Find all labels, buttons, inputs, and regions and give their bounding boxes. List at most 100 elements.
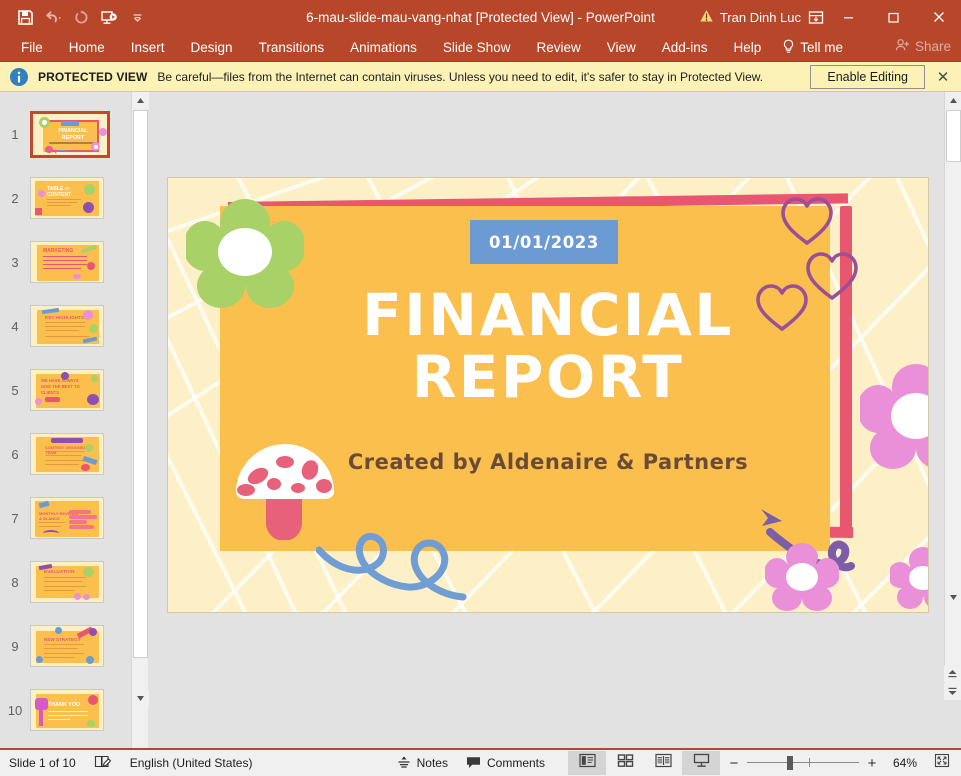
tab-animations[interactable]: Animations [337, 35, 430, 61]
thumbnail-image[interactable]: EVALUATION [30, 561, 104, 603]
thumbnail-slide-7[interactable]: 7 MONTHLY REVENUE A GLANCE [0, 486, 131, 550]
comments-label: Comments [487, 756, 545, 770]
tell-me-search[interactable]: Tell me [774, 36, 853, 60]
slide-title-line1: FINANCIAL [168, 284, 928, 346]
thumbnail-image[interactable]: KEY HIGHLIGHTS [30, 305, 104, 347]
maximize-button[interactable] [871, 0, 916, 34]
zoom-slider-knob[interactable] [787, 756, 793, 770]
tab-file[interactable]: File [8, 35, 56, 61]
thumbnail-image[interactable]: THANK YOU [30, 689, 104, 731]
date-badge[interactable]: 01/01/2023 [470, 220, 618, 264]
info-icon [8, 66, 30, 88]
spell-check-button[interactable] [85, 749, 121, 776]
start-presentation-icon[interactable] [96, 4, 122, 30]
thumbnail-scroll-up-icon[interactable] [132, 92, 149, 109]
thumbnail-slide-4[interactable]: 4 KEY HIGHLIGHTS [0, 294, 131, 358]
minimize-button[interactable] [826, 0, 871, 34]
thumbnail-number: 7 [0, 511, 30, 526]
zoom-control: − + 64% [720, 755, 925, 772]
date-badge-text: 01/01/2023 [489, 233, 599, 252]
slide-scroll-up-icon[interactable] [945, 92, 961, 109]
comments-button[interactable]: Comments [457, 749, 554, 776]
tab-view[interactable]: View [594, 35, 649, 61]
tab-design[interactable]: Design [178, 35, 246, 61]
thumbnail-number: 9 [0, 639, 30, 654]
save-icon[interactable] [12, 4, 38, 30]
thumbnail-slide-6[interactable]: 6 CONTENT DESIGNED BY TEAM [0, 422, 131, 486]
thumbnail-image[interactable]: WE HAVE ALWAYS GIVE THE BEST TO CLIENTS [30, 369, 104, 411]
thumbnail-image[interactable]: TABLE OF CONTENT [30, 177, 104, 219]
slide-scroll-down-icon[interactable] [945, 589, 961, 606]
notes-button[interactable]: Notes [388, 749, 457, 776]
fit-slide-button[interactable] [929, 751, 955, 775]
zoom-slider-midpoint [809, 758, 810, 767]
thumbnail-slide-3[interactable]: 3 MARKETING [0, 230, 131, 294]
slide-thumbnail-pane[interactable]: 1 FINANCIAL REPORT [0, 92, 131, 748]
close-button[interactable] [916, 0, 961, 34]
normal-view-button[interactable] [568, 751, 606, 775]
redo-icon[interactable] [68, 4, 94, 30]
thumbnail-image[interactable]: MARKETING [30, 241, 104, 283]
tell-me-label: Tell me [800, 40, 843, 55]
protected-view-message: Be careful—files from the Internet can c… [157, 70, 763, 84]
thumbnail-image[interactable]: CONTENT DESIGNED BY TEAM [30, 433, 104, 475]
thumbnail-number: 5 [0, 383, 30, 398]
zoom-out-button[interactable]: − [728, 755, 740, 772]
share-person-icon [895, 38, 910, 55]
thumbnail-number: 10 [0, 703, 30, 718]
zoom-percent[interactable]: 64% [885, 756, 917, 770]
protected-view-title: PROTECTED VIEW [38, 70, 147, 84]
fit-slide-icon [934, 753, 950, 773]
slide-scrollbar-thumb[interactable] [946, 110, 961, 162]
customize-quick-access-icon[interactable] [124, 4, 150, 30]
thumbnail-slide-1[interactable]: 1 FINANCIAL REPORT [0, 102, 131, 166]
reading-view-icon [655, 753, 672, 773]
share-button[interactable]: Share [895, 38, 951, 55]
thumbnail-image[interactable]: FINANCIAL REPORT [30, 111, 110, 158]
undo-icon[interactable] [40, 4, 66, 30]
thumbnail-slide-9[interactable]: 9 NEW STRATEGY [0, 614, 131, 678]
slideshow-icon [693, 753, 710, 773]
thumbnail-number: 6 [0, 447, 30, 462]
zoom-slider[interactable] [747, 756, 859, 770]
thumbnail-slide-5[interactable]: 5 WE HAVE ALWAYS GIVE THE BEST TO CLIENT… [0, 358, 131, 422]
enable-editing-button[interactable]: Enable Editing [810, 65, 925, 89]
slide-counter[interactable]: Slide 1 of 10 [0, 749, 85, 776]
next-slide-button[interactable] [944, 683, 961, 700]
zoom-in-button[interactable]: + [866, 755, 878, 772]
thumbnail-pane-scrollbar[interactable] [131, 92, 148, 748]
thumbnail-image[interactable]: MONTHLY REVENUE A GLANCE [30, 497, 104, 539]
tab-slide-show[interactable]: Slide Show [430, 35, 524, 61]
slideshow-button[interactable] [682, 751, 720, 775]
thumbnail-slide-2[interactable]: 2 TABLE OF CONTENT [0, 166, 131, 230]
previous-slide-button[interactable] [944, 665, 961, 682]
tab-review[interactable]: Review [523, 35, 593, 61]
slide-subtitle[interactable]: Created by Aldenaire & Partners [168, 450, 928, 474]
slide-title[interactable]: FINANCIAL REPORT [168, 284, 928, 408]
tab-transitions[interactable]: Transitions [246, 35, 338, 61]
blue-loop-squiggle [316, 522, 478, 612]
slide-sorter-button[interactable] [606, 751, 644, 775]
notes-icon [397, 755, 411, 772]
share-label: Share [915, 39, 951, 54]
thumbnail-number: 2 [0, 191, 30, 206]
thumbnail-scroll-down-icon[interactable] [132, 690, 149, 707]
protected-view-bar: PROTECTED VIEW Be careful—files from the… [0, 62, 961, 92]
tab-add-ins[interactable]: Add-ins [649, 35, 721, 61]
thumbnail-image[interactable]: NEW STRATEGY [30, 625, 104, 667]
slide-canvas[interactable]: 01/01/2023 FINANCIAL REPORT Created by A… [168, 178, 928, 612]
slide-sorter-icon [617, 753, 634, 773]
thumbnail-slide-8[interactable]: 8 EVALUATION [0, 550, 131, 614]
tab-home[interactable]: Home [56, 35, 118, 61]
view-buttons [568, 751, 720, 775]
thumbnail-scrollbar-thumb[interactable] [133, 110, 148, 658]
thumbnail-slide-10[interactable]: 10 THANK YOU [0, 678, 131, 742]
close-protected-view-icon[interactable]: ✕ [933, 67, 953, 87]
language-indicator[interactable]: English (United States) [121, 749, 262, 776]
slide-vertical-scrollbar[interactable] [944, 92, 961, 690]
tab-insert[interactable]: Insert [118, 35, 178, 61]
tab-help[interactable]: Help [721, 35, 775, 61]
account-indicator[interactable]: Tran Dinh Luc [699, 0, 801, 34]
reading-view-button[interactable] [644, 751, 682, 775]
slide-editing-area[interactable]: 01/01/2023 FINANCIAL REPORT Created by A… [149, 92, 944, 690]
